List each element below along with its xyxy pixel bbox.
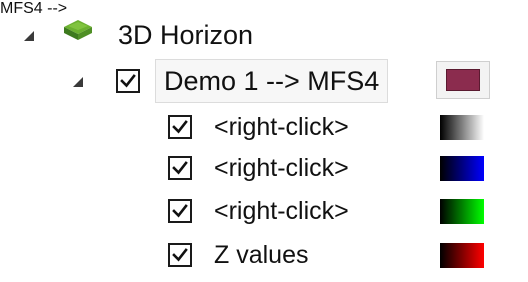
visibility-checkbox[interactable] [168,156,192,180]
checkmark-icon [172,248,188,262]
visibility-checkbox[interactable] [168,199,192,223]
tree-item-attribute[interactable]: <right-click> [0,105,528,149]
tree-item-3d-horizon[interactable]: 3D Horizon [0,13,528,57]
visibility-checkbox[interactable] [168,243,192,267]
colormap-gradient[interactable] [440,156,484,181]
colormap-gradient[interactable] [440,115,484,140]
horizon-surface-icon [64,20,92,40]
expand-triangle-icon[interactable] [24,31,34,41]
checkmark-icon [172,120,188,134]
checkmark-icon [172,161,188,175]
tree-item-label: Z values [214,241,309,269]
checkmark-icon [172,204,188,218]
tree-item-label: <right-click> [214,197,349,225]
tree-item-z-values[interactable]: Z values [0,233,528,277]
color-swatch-button[interactable] [436,61,490,99]
visibility-checkbox[interactable] [168,115,192,139]
expand-triangle-icon[interactable] [73,77,83,87]
color-swatch-fill [446,69,480,91]
tree-item-label: <right-click> [214,154,349,182]
tree-item-label[interactable]: Demo 1 --> MFS4 [155,59,389,103]
tree-item-label: 3D Horizon [118,20,254,50]
checkmark-icon [120,74,136,88]
colormap-gradient[interactable] [440,243,484,268]
tree-item-attribute[interactable]: <right-click> [0,146,528,190]
tree-item-attribute[interactable]: <right-click> [0,189,528,233]
colormap-gradient[interactable] [440,199,484,224]
tree-item-demo-1[interactable]: Demo 1 --> MFS4 [0,59,528,103]
tree-item-label: <right-click> [214,113,349,141]
visibility-checkbox[interactable] [116,69,140,93]
layer-tree: 3D Horizon MFS4 --> Demo 1 --> MFS4 <rig… [0,0,528,282]
